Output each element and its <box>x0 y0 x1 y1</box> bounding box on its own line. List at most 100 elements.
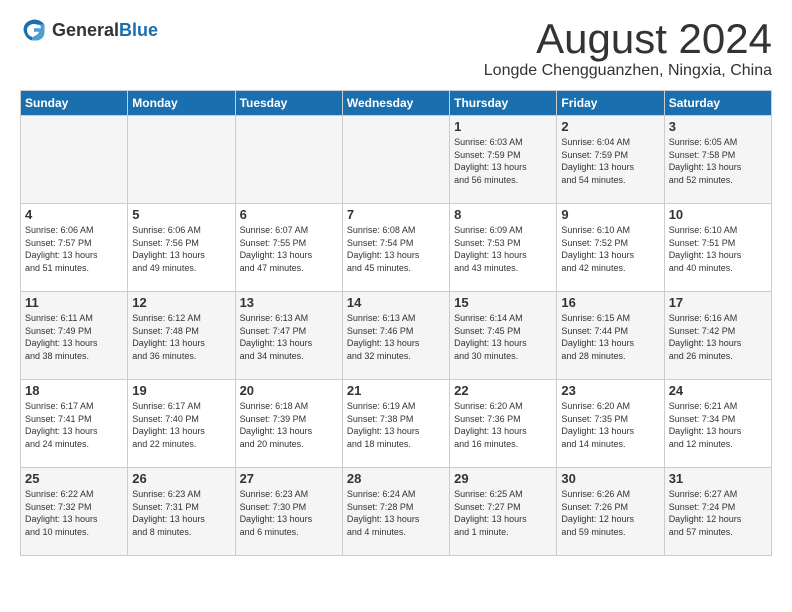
day-info: Sunrise: 6:10 AM Sunset: 7:51 PM Dayligh… <box>669 224 767 274</box>
calendar-cell: 29 Sunrise: 6:25 AM Sunset: 7:27 PM Dayli… <box>450 468 557 556</box>
day-number: 13 <box>240 295 338 310</box>
day-number: 26 <box>132 471 230 486</box>
logo-blue: Blue <box>119 20 158 40</box>
calendar-cell: 12 Sunrise: 6:12 AM Sunset: 7:48 PM Dayli… <box>128 292 235 380</box>
day-info: Sunrise: 6:06 AM Sunset: 7:56 PM Dayligh… <box>132 224 230 274</box>
day-info: Sunrise: 6:17 AM Sunset: 7:41 PM Dayligh… <box>25 400 123 450</box>
calendar-cell: 8Sunrise: 6:09 AM Sunset: 7:53 PM Daylig… <box>450 204 557 292</box>
calendar-cell: 17Sunrise: 6:16 AM Sunset: 7:42 PM Dayli… <box>664 292 771 380</box>
month-title: August 2024 <box>484 16 772 62</box>
day-info: Sunrise: 6:22 AM Sunset: 7:32 PM Dayligh… <box>25 488 123 538</box>
calendar-cell: 31 Sunrise: 6:27 AM Sunset: 7:24 PM Dayli… <box>664 468 771 556</box>
day-number: 14 <box>347 295 445 310</box>
day-number: 25 <box>25 471 123 486</box>
day-number: 10 <box>669 207 767 222</box>
calendar-cell: 16 Sunrise: 6:15 AM Sunset: 7:44 PM Dayli… <box>557 292 664 380</box>
day-number: 12 <box>132 295 230 310</box>
day-info: Sunrise: 6:20 AM Sunset: 7:35 PM Dayligh… <box>561 400 659 450</box>
calendar-cell: 14 Sunrise: 6:13 AM Sunset: 7:46 PM Dayli… <box>342 292 449 380</box>
day-info: Sunrise: 6:19 AM Sunset: 7:38 PM Dayligh… <box>347 400 445 450</box>
calendar-cell: 30 Sunrise: 6:26 AM Sunset: 7:26 PM Dayli… <box>557 468 664 556</box>
calendar-cell: 13 Sunrise: 6:13 AM Sunset: 7:47 PM Dayli… <box>235 292 342 380</box>
day-info: Sunrise: 6:27 AM Sunset: 7:24 PM Dayligh… <box>669 488 767 538</box>
day-info: Sunrise: 6:13 AM Sunset: 7:47 PM Dayligh… <box>240 312 338 362</box>
day-number: 18 <box>25 383 123 398</box>
day-header-friday: Friday <box>557 91 664 116</box>
day-info: Sunrise: 6:05 AM Sunset: 7:58 PM Dayligh… <box>669 136 767 186</box>
calendar-cell: 15Sunrise: 6:14 AM Sunset: 7:45 PM Dayli… <box>450 292 557 380</box>
day-info: Sunrise: 6:11 AM Sunset: 7:49 PM Dayligh… <box>25 312 123 362</box>
day-header-thursday: Thursday <box>450 91 557 116</box>
day-number: 2 <box>561 119 659 134</box>
day-info: Sunrise: 6:26 AM Sunset: 7:26 PM Dayligh… <box>561 488 659 538</box>
calendar-cell <box>235 116 342 204</box>
day-header-wednesday: Wednesday <box>342 91 449 116</box>
page-header: GeneralBlue August 2024 Longde Chengguan… <box>20 16 772 80</box>
day-number: 21 <box>347 383 445 398</box>
day-info: Sunrise: 6:14 AM Sunset: 7:45 PM Dayligh… <box>454 312 552 362</box>
calendar-cell: 20Sunrise: 6:18 AM Sunset: 7:39 PM Dayli… <box>235 380 342 468</box>
calendar-cell: 26 Sunrise: 6:23 AM Sunset: 7:31 PM Dayli… <box>128 468 235 556</box>
calendar-table: SundayMondayTuesdayWednesdayThursdayFrid… <box>20 90 772 556</box>
day-info: Sunrise: 6:25 AM Sunset: 7:27 PM Dayligh… <box>454 488 552 538</box>
calendar-cell: 3 Sunrise: 6:05 AM Sunset: 7:58 PM Daylig… <box>664 116 771 204</box>
calendar-cell <box>342 116 449 204</box>
calendar-cell: 28 Sunrise: 6:24 AM Sunset: 7:28 PM Dayli… <box>342 468 449 556</box>
logo-general: General <box>52 20 119 40</box>
day-info: Sunrise: 6:17 AM Sunset: 7:40 PM Dayligh… <box>132 400 230 450</box>
day-number: 3 <box>669 119 767 134</box>
day-info: Sunrise: 6:06 AM Sunset: 7:57 PM Dayligh… <box>25 224 123 274</box>
day-number: 23 <box>561 383 659 398</box>
calendar-cell <box>21 116 128 204</box>
day-header-sunday: Sunday <box>21 91 128 116</box>
logo: GeneralBlue <box>20 16 158 44</box>
day-number: 17 <box>669 295 767 310</box>
day-info: Sunrise: 6:21 AM Sunset: 7:34 PM Dayligh… <box>669 400 767 450</box>
day-info: Sunrise: 6:20 AM Sunset: 7:36 PM Dayligh… <box>454 400 552 450</box>
calendar-cell: 21 Sunrise: 6:19 AM Sunset: 7:38 PM Dayli… <box>342 380 449 468</box>
calendar-cell: 2 Sunrise: 6:04 AM Sunset: 7:59 PM Daylig… <box>557 116 664 204</box>
day-number: 27 <box>240 471 338 486</box>
day-info: Sunrise: 6:04 AM Sunset: 7:59 PM Dayligh… <box>561 136 659 186</box>
day-number: 1 <box>454 119 552 134</box>
day-number: 29 <box>454 471 552 486</box>
day-number: 9 <box>561 207 659 222</box>
day-info: Sunrise: 6:09 AM Sunset: 7:53 PM Dayligh… <box>454 224 552 274</box>
day-info: Sunrise: 6:10 AM Sunset: 7:52 PM Dayligh… <box>561 224 659 274</box>
calendar-cell: 18 Sunrise: 6:17 AM Sunset: 7:41 PM Dayli… <box>21 380 128 468</box>
day-header-monday: Monday <box>128 91 235 116</box>
day-number: 11 <box>25 295 123 310</box>
day-number: 19 <box>132 383 230 398</box>
calendar-cell: 24 Sunrise: 6:21 AM Sunset: 7:34 PM Dayli… <box>664 380 771 468</box>
day-header-saturday: Saturday <box>664 91 771 116</box>
calendar-cell: 9 Sunrise: 6:10 AM Sunset: 7:52 PM Daylig… <box>557 204 664 292</box>
calendar-cell: 4 Sunrise: 6:06 AM Sunset: 7:57 PM Daylig… <box>21 204 128 292</box>
day-info: Sunrise: 6:03 AM Sunset: 7:59 PM Dayligh… <box>454 136 552 186</box>
day-number: 22 <box>454 383 552 398</box>
logo-text: GeneralBlue <box>52 20 158 41</box>
day-info: Sunrise: 6:15 AM Sunset: 7:44 PM Dayligh… <box>561 312 659 362</box>
calendar-cell: 10 Sunrise: 6:10 AM Sunset: 7:51 PM Dayli… <box>664 204 771 292</box>
day-info: Sunrise: 6:08 AM Sunset: 7:54 PM Dayligh… <box>347 224 445 274</box>
day-number: 4 <box>25 207 123 222</box>
day-header-tuesday: Tuesday <box>235 91 342 116</box>
calendar-cell: 25 Sunrise: 6:22 AM Sunset: 7:32 PM Dayli… <box>21 468 128 556</box>
logo-icon <box>20 16 48 44</box>
day-info: Sunrise: 6:13 AM Sunset: 7:46 PM Dayligh… <box>347 312 445 362</box>
calendar-cell: 19 Sunrise: 6:17 AM Sunset: 7:40 PM Dayli… <box>128 380 235 468</box>
calendar-cell: 23 Sunrise: 6:20 AM Sunset: 7:35 PM Dayli… <box>557 380 664 468</box>
day-number: 30 <box>561 471 659 486</box>
day-number: 16 <box>561 295 659 310</box>
day-info: Sunrise: 6:12 AM Sunset: 7:48 PM Dayligh… <box>132 312 230 362</box>
day-number: 31 <box>669 471 767 486</box>
day-number: 5 <box>132 207 230 222</box>
day-info: Sunrise: 6:24 AM Sunset: 7:28 PM Dayligh… <box>347 488 445 538</box>
day-number: 6 <box>240 207 338 222</box>
calendar-cell: 22 Sunrise: 6:20 AM Sunset: 7:36 PM Dayli… <box>450 380 557 468</box>
day-number: 28 <box>347 471 445 486</box>
day-number: 24 <box>669 383 767 398</box>
day-info: Sunrise: 6:07 AM Sunset: 7:55 PM Dayligh… <box>240 224 338 274</box>
day-number: 20 <box>240 383 338 398</box>
day-info: Sunrise: 6:23 AM Sunset: 7:31 PM Dayligh… <box>132 488 230 538</box>
calendar-cell: 6 Sunrise: 6:07 AM Sunset: 7:55 PM Daylig… <box>235 204 342 292</box>
